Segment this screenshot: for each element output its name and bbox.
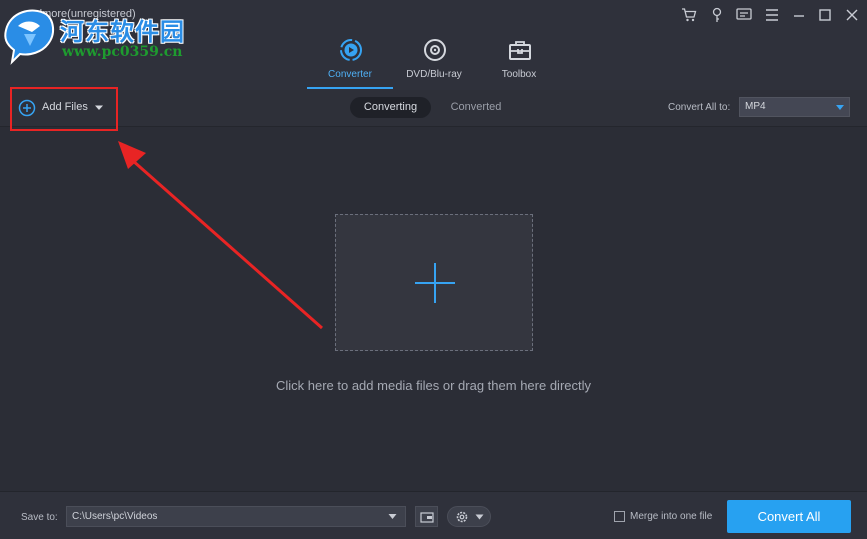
cart-icon[interactable]	[680, 6, 698, 24]
gear-icon	[456, 511, 468, 523]
folder-icon	[420, 512, 434, 523]
feedback-icon[interactable]	[735, 6, 753, 24]
subtab-converting[interactable]: Converting	[350, 97, 431, 118]
merge-checkbox[interactable]	[614, 511, 625, 522]
disc-icon	[424, 39, 446, 61]
save-path-value: C:\Users\pc\Videos	[72, 511, 158, 522]
key-icon[interactable]	[708, 6, 726, 24]
merge-label: Merge into one file	[630, 511, 713, 522]
converter-icon	[340, 39, 362, 61]
tab-converter[interactable]: Converter	[307, 34, 393, 88]
chevron-down-icon	[836, 105, 844, 110]
menu-icon[interactable]	[763, 6, 781, 24]
save-to-label: Save to:	[21, 512, 58, 523]
convert-all-to-label: Convert All to:	[668, 102, 731, 113]
tab-converter-label: Converter	[328, 69, 372, 80]
annotation-arrow-icon	[118, 141, 323, 330]
convert-all-button[interactable]: Convert All	[727, 500, 851, 533]
add-media-drop-zone[interactable]	[335, 214, 533, 351]
plus-icon	[415, 263, 455, 303]
close-icon[interactable]	[843, 6, 861, 24]
active-tab-indicator	[307, 87, 393, 89]
drop-hint-text: Click here to add media files or drag th…	[275, 378, 592, 393]
annotation-highlight-box	[10, 87, 118, 131]
tab-dvd-bluray-label: DVD/Blu-ray	[406, 69, 462, 80]
watermark-url: www.pc0359.cn	[62, 44, 183, 60]
watermark-text: 河东软件园	[60, 17, 185, 46]
maximize-icon[interactable]	[816, 6, 834, 24]
tab-toolbox[interactable]: Toolbox	[476, 34, 562, 88]
chevron-down-icon	[388, 514, 397, 519]
toolbox-icon	[509, 41, 531, 60]
toolbar	[0, 90, 867, 127]
tab-dvd-bluray[interactable]: DVD/Blu-ray	[391, 34, 477, 88]
settings-button[interactable]	[447, 506, 491, 527]
tab-toolbox-label: Toolbox	[501, 69, 537, 80]
format-value: MP4	[745, 101, 766, 112]
subtab-converted[interactable]: Converted	[440, 97, 512, 118]
minimize-icon[interactable]	[790, 6, 808, 24]
open-folder-button[interactable]	[415, 506, 438, 527]
chevron-down-icon	[475, 514, 484, 520]
